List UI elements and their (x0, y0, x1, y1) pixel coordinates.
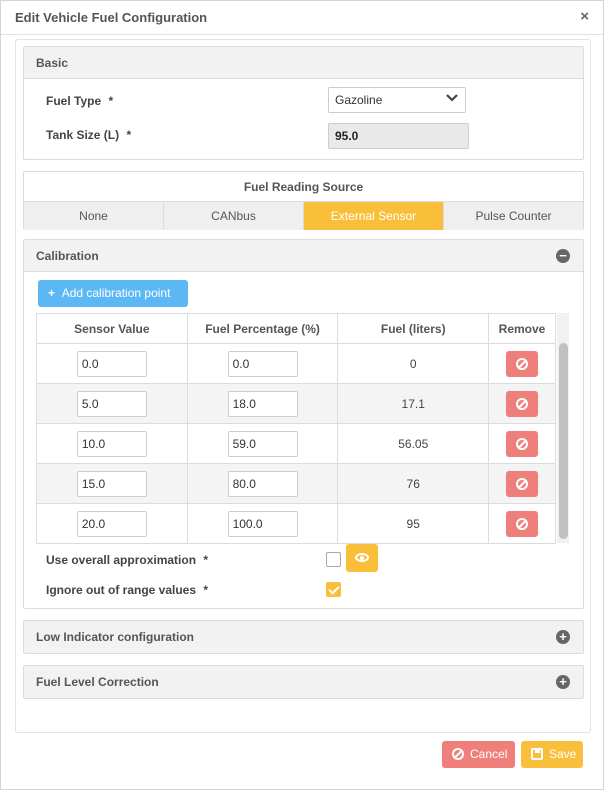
save-button-label: Save (549, 747, 577, 761)
fuel-level-correction-panel[interactable]: Fuel Level Correction + (23, 665, 584, 699)
tank-size-input[interactable]: 95.0 (328, 123, 469, 149)
basic-panel-title: Basic (36, 56, 69, 70)
expand-icon[interactable]: + (556, 675, 570, 689)
fuel-type-value: Gazoline (335, 93, 383, 107)
fuel-percentage-input[interactable]: 80.0 (227, 470, 298, 497)
fuel-percentage-input[interactable]: 0.0 (227, 350, 298, 377)
edit-fuel-config-dialog: Edit Vehicle Fuel Configuration × Basic … (0, 0, 604, 790)
table-row: 20.0 100.0 95 (36, 503, 556, 544)
scrollbar-thumb[interactable] (559, 343, 568, 539)
fuel-type-label-text: Fuel Type (46, 94, 102, 108)
ban-icon (516, 437, 529, 450)
use-approximation-label: Use overall approximation * (46, 553, 208, 567)
chevron-down-icon (446, 94, 458, 102)
tab-canbus[interactable]: CANbus (164, 202, 304, 230)
ban-icon (452, 748, 464, 760)
use-approximation-label-text: Use overall approximation (46, 553, 197, 567)
expand-icon[interactable]: + (556, 630, 570, 644)
preview-approximation-button[interactable] (346, 544, 378, 572)
tab-external-sensor[interactable]: External Sensor (304, 202, 444, 230)
ignore-out-of-range-checkbox[interactable] (326, 582, 341, 597)
calibration-panel: Calibration − + Add calibration point Se… (23, 239, 584, 609)
required-mark: * (108, 94, 114, 108)
fuel-percentage-input[interactable]: 59.0 (227, 430, 298, 457)
sensor-value-input[interactable]: 20.0 (76, 510, 147, 537)
table-row: 0.0 0.0 0 (36, 343, 556, 384)
low-indicator-panel[interactable]: Low Indicator configuration + (23, 620, 584, 654)
fuel-source-tabs: None CANbus External Sensor Pulse Counte… (24, 202, 583, 230)
remove-row-button[interactable] (506, 430, 539, 457)
calibration-panel-header[interactable]: Calibration − (24, 240, 583, 272)
required-mark: * (126, 128, 132, 142)
fuel-liters-cell: 17.1 (337, 383, 490, 424)
sensor-value-input[interactable]: 15.0 (76, 470, 147, 497)
save-button[interactable]: Save (521, 741, 583, 768)
column-sensor-value: Sensor Value (36, 313, 188, 344)
table-row: 5.0 18.0 17.1 (36, 383, 556, 424)
remove-row-button[interactable] (506, 510, 539, 537)
column-fuel-liters: Fuel (liters) (337, 313, 490, 344)
fuel-liters-cell: 0 (337, 343, 490, 384)
dialog-title: Edit Vehicle Fuel Configuration (15, 10, 208, 25)
ban-icon (516, 517, 529, 530)
table-row: 10.0 59.0 56.05 (36, 423, 556, 464)
close-icon[interactable]: × (580, 8, 589, 25)
tank-size-label-text: Tank Size (L) (46, 128, 120, 142)
use-approximation-checkbox[interactable] (326, 552, 341, 567)
ignore-out-of-range-label: Ignore out of range values * (46, 583, 208, 597)
remove-row-button[interactable] (506, 390, 539, 417)
ban-icon (516, 477, 529, 490)
column-fuel-percentage: Fuel Percentage (%) (186, 313, 339, 344)
calibration-panel-title: Calibration (36, 249, 99, 263)
ban-icon (516, 357, 529, 370)
tank-size-label: Tank Size (L) * (46, 128, 131, 142)
fuel-liters-cell: 56.05 (337, 423, 490, 464)
low-indicator-panel-header[interactable]: Low Indicator configuration + (24, 621, 583, 653)
floppy-disk-icon (531, 748, 543, 760)
ban-icon (516, 397, 529, 410)
cancel-button[interactable]: Cancel (442, 741, 515, 768)
sensor-value-input[interactable]: 5.0 (76, 390, 147, 417)
ignore-out-of-range-label-text: Ignore out of range values (46, 583, 197, 597)
add-calibration-point-label: Add calibration point (61, 286, 171, 300)
plus-icon: + (48, 286, 56, 300)
required-mark: * (203, 583, 209, 597)
fuel-source-title: Fuel Reading Source (24, 172, 583, 202)
fuel-source-panel: Fuel Reading Source None CANbus External… (23, 171, 584, 230)
fuel-liters-cell: 95 (337, 503, 490, 544)
required-mark: * (203, 553, 209, 567)
fuel-type-select[interactable]: Gazoline (328, 87, 466, 113)
low-indicator-panel-title: Low Indicator configuration (36, 630, 194, 644)
tab-pulse-counter[interactable]: Pulse Counter (444, 202, 583, 230)
fuel-type-label: Fuel Type * (46, 94, 113, 108)
eye-icon (355, 553, 369, 562)
table-scrollbar[interactable] (557, 313, 569, 543)
tab-none[interactable]: None (24, 202, 164, 230)
column-remove: Remove (488, 313, 556, 344)
remove-row-button[interactable] (506, 350, 539, 377)
collapse-icon[interactable]: − (556, 249, 570, 263)
sensor-value-input[interactable]: 0.0 (76, 350, 147, 377)
calibration-table: Sensor Value Fuel Percentage (%) Fuel (l… (36, 313, 556, 544)
table-header-row: Sensor Value Fuel Percentage (%) Fuel (l… (36, 313, 556, 344)
fuel-level-correction-panel-header[interactable]: Fuel Level Correction + (24, 666, 583, 698)
basic-panel-header: Basic (24, 47, 583, 79)
fuel-percentage-input[interactable]: 18.0 (227, 390, 298, 417)
cancel-button-label: Cancel (470, 747, 508, 761)
fuel-percentage-input[interactable]: 100.0 (227, 510, 298, 537)
dialog-header: Edit Vehicle Fuel Configuration × (1, 1, 603, 35)
fuel-level-correction-panel-title: Fuel Level Correction (36, 675, 159, 689)
fuel-liters-cell: 76 (337, 463, 490, 504)
sensor-value-input[interactable]: 10.0 (76, 430, 147, 457)
basic-panel: Basic Fuel Type * Gazoline Tank Size (L)… (23, 46, 584, 160)
add-calibration-point-button[interactable]: + Add calibration point (38, 280, 188, 307)
table-row: 15.0 80.0 76 (36, 463, 556, 504)
remove-row-button[interactable] (506, 470, 539, 497)
